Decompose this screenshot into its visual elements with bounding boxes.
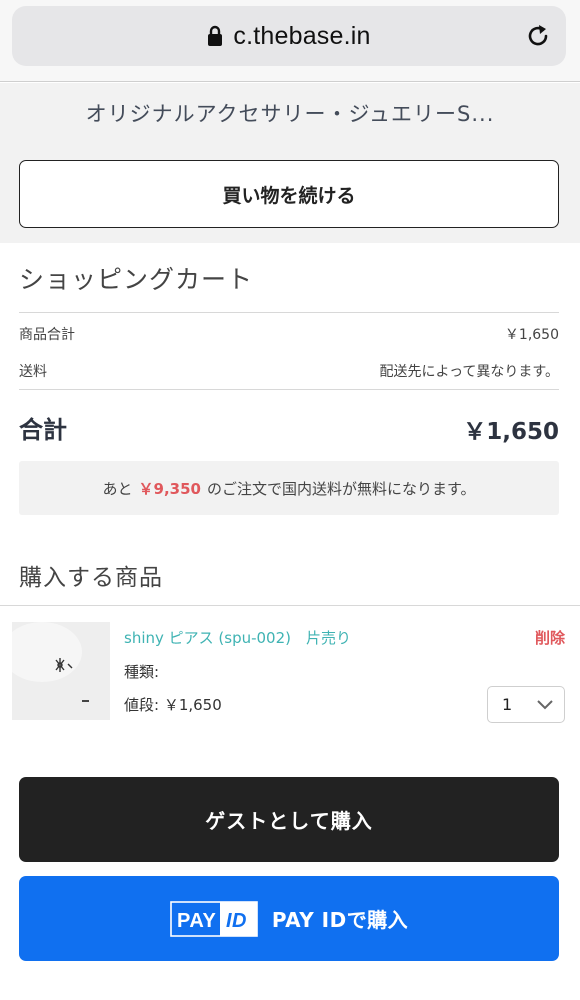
delete-item-button[interactable]: 削除: [535, 627, 565, 648]
free-shipping-notice: あと ￥9,350 のご注文で国内送料が無料になります。: [19, 461, 559, 515]
subtotal-value: ￥1,650: [504, 327, 559, 343]
notice-suffix: のご注文で国内送料が無料になります。: [206, 479, 476, 498]
payid-logo-id-text: ID: [226, 910, 247, 932]
continue-shopping-button[interactable]: 買い物を続ける: [19, 160, 559, 228]
product-thumbnail[interactable]: [2, 622, 110, 720]
shop-header: オリジナルアクセサリー・ジュエリーS... 買い物を続ける: [0, 83, 580, 243]
notice-amount: ￥9,350: [138, 479, 201, 498]
quantity-select[interactable]: 1: [487, 686, 565, 723]
cart-title: ショッピングカート: [19, 265, 254, 294]
subtotal-label: 商品合計: [19, 327, 75, 343]
total-label: 合計: [19, 416, 67, 444]
total-value: ￥1,650: [463, 419, 559, 445]
earring-image-icon: [2, 622, 110, 720]
quantity-value: 1: [502, 695, 513, 714]
shipping-value: 配送先によって異なります。: [379, 364, 559, 380]
divider: [19, 312, 559, 313]
guest-purchase-button[interactable]: ゲストとして購入: [19, 777, 559, 862]
product-price-label: 値段: ￥1,650: [124, 696, 222, 714]
product-name-link[interactable]: shiny ピアス (spu-002) 片売り: [124, 627, 351, 648]
product-kind-label: 種類:: [124, 663, 160, 681]
items-section-title: 購入する商品: [19, 565, 163, 591]
reload-icon[interactable]: [524, 22, 552, 50]
shop-name[interactable]: オリジナルアクセサリー・ジュエリーS...: [0, 98, 580, 128]
shipping-label: 送料: [19, 364, 47, 380]
divider: [19, 389, 559, 390]
divider: [0, 605, 580, 606]
payid-purchase-label: PAY IDで購入: [271, 908, 409, 932]
browser-address-bar: c.thebase.in: [0, 0, 580, 82]
payid-purchase-button[interactable]: PAY ID PAY IDで購入: [19, 876, 559, 961]
url-field[interactable]: c.thebase.in: [12, 6, 566, 66]
notice-prefix: あと: [102, 479, 133, 498]
lock-icon: [208, 25, 223, 46]
payid-logo-pay-text: PAY: [177, 910, 216, 932]
url-text: c.thebase.in: [233, 21, 371, 50]
payid-logo-icon: PAY ID: [170, 900, 258, 937]
chevron-down-icon: [537, 700, 553, 710]
